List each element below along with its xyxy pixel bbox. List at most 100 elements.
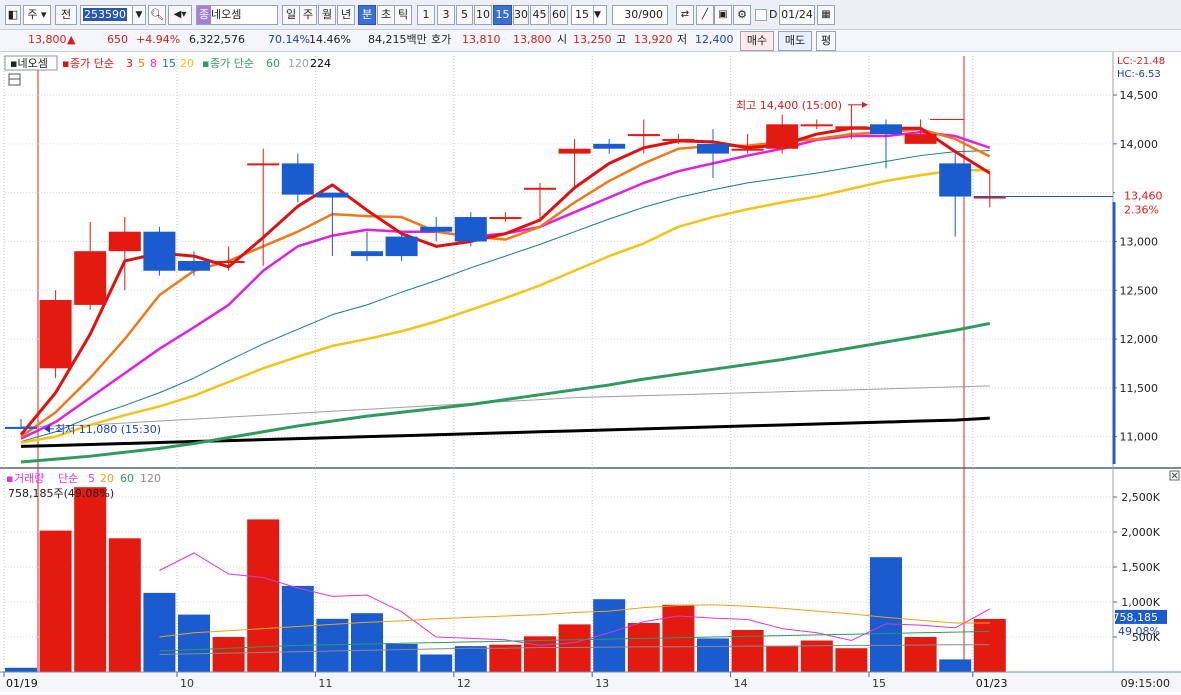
interval-select[interactable]: 15 ▼ <box>571 5 607 25</box>
interval-button-10[interactable]: 10 <box>474 5 492 25</box>
volume-bar-24 <box>835 648 868 672</box>
market-select-value: 주 <box>27 8 38 21</box>
volume-bar-28 <box>973 618 1006 672</box>
volume-ratio: 70.14% <box>268 33 310 46</box>
low-price: 12,400 <box>695 33 734 46</box>
x-tick-label-0: 01/19 <box>6 677 38 690</box>
period-tab-6[interactable]: 틱 <box>394 5 412 25</box>
period-tab-3[interactable]: 년 <box>337 5 355 25</box>
all-button[interactable]: 전 <box>55 5 77 25</box>
candle-body-18 <box>627 134 660 137</box>
volume-legend-title: 거래량 <box>14 472 44 485</box>
volume-bar-2 <box>74 487 107 672</box>
date-input[interactable]: 01/24 <box>779 5 815 25</box>
change-rate: +4.94% <box>136 33 181 46</box>
search-icon[interactable]: 🔍︎ <box>148 5 166 25</box>
high-annotation: 최고 14,400 (15:00) <box>736 99 842 112</box>
candle-body-10 <box>351 251 383 257</box>
up-arrow-icon: ▲ <box>67 33 76 46</box>
candle-body-13 <box>454 217 487 242</box>
interval-button-60[interactable]: 60 <box>550 5 568 25</box>
period-tab-1[interactable]: 주 <box>299 5 317 25</box>
legend-ma-3: 3 <box>126 57 133 70</box>
candle-body-15 <box>524 187 556 190</box>
volume-bar-22 <box>766 646 799 672</box>
speaker-icon[interactable]: ◀▾ <box>168 5 192 25</box>
volume-legend-ma-60: 60 <box>120 472 134 485</box>
high-price: 13,920 <box>634 33 673 46</box>
interval-button-5[interactable]: 5 <box>456 5 473 25</box>
volume-bar-15 <box>524 636 556 672</box>
interval-button-15[interactable]: 15 <box>493 5 512 25</box>
volume-legend-ma-20: 20 <box>100 472 114 485</box>
sell-button[interactable]: 매도 <box>778 31 812 51</box>
current-volume-pct: 49.08% <box>1118 625 1160 638</box>
chart-type-icon[interactable]: ◧ <box>5 5 21 25</box>
market-select[interactable]: 주 ▾ <box>23 5 51 25</box>
volume-bar-8 <box>281 585 314 672</box>
x-tick-label-1: 10 <box>180 677 194 690</box>
calendar-icon[interactable]: ▦ <box>817 5 835 25</box>
volume-info: 758,185주(49.08%) <box>8 487 114 500</box>
quote-bar: 13,800 ▲ 650 +4.94% 6,322,576 70.14% 14.… <box>0 30 1181 52</box>
candle-body-19 <box>662 138 695 141</box>
interval-button-3[interactable]: 3 <box>437 5 455 25</box>
interval-button-1[interactable]: 1 <box>417 5 435 25</box>
interval-button-30[interactable]: 30 <box>513 5 529 25</box>
legend-bullet-icon: ▪ <box>62 57 69 70</box>
x-tick-label-3: 12 <box>457 677 471 690</box>
data-count[interactable]: 30/900 <box>612 5 668 25</box>
volume-legend-bullet: ▪ <box>6 472 13 485</box>
volume-bar-1 <box>39 530 72 672</box>
volume-bar-3 <box>108 538 141 672</box>
code-dropdown-icon[interactable]: ▼ <box>132 5 146 25</box>
price-tick-label-1: 14,000 <box>1120 138 1159 151</box>
candle-body-27 <box>939 163 972 197</box>
period-tab-5[interactable]: 초 <box>377 5 395 25</box>
interval-button-45[interactable]: 45 <box>530 5 549 25</box>
x-tick-label-4: 13 <box>595 677 609 690</box>
chart-area[interactable]: 14,50014,00013,50013,00012,50012,00011,5… <box>0 52 1181 692</box>
stock-chart[interactable]: 14,50014,00013,50013,00012,50012,00011,5… <box>0 52 1181 692</box>
price-tick-label-7: 11,000 <box>1120 431 1159 444</box>
x-axis-time: 09:15:00 <box>1121 677 1170 690</box>
turnover-rate: 14.46% <box>309 33 351 46</box>
volume-bar-20 <box>697 638 729 672</box>
legend-stock-name: ▪네오셈 <box>10 57 48 70</box>
current-price: 13,800 <box>28 33 67 46</box>
volume-tick-label-0: 2,500K <box>1121 491 1160 504</box>
draw-line-icon[interactable]: ╱ <box>696 5 714 25</box>
d-label: D <box>769 8 778 21</box>
volume-bar-11 <box>385 644 418 672</box>
low-label: 저 <box>677 33 688 46</box>
price-tick-label-4: 12,500 <box>1120 284 1159 297</box>
price-tick-label-5: 12,000 <box>1120 333 1159 346</box>
candle-body-22 <box>766 124 799 149</box>
candle-body-5 <box>178 260 210 271</box>
open-label: 시 <box>557 33 568 46</box>
period-tab-4[interactable]: 분 <box>358 5 376 25</box>
volume-bar-25 <box>870 557 902 672</box>
period-tab-0[interactable]: 일 <box>282 5 300 25</box>
legend-bullet-icon-2: ▪ <box>202 57 209 70</box>
eval-button[interactable]: 평 <box>816 31 836 51</box>
period-tab-2[interactable]: 월 <box>318 5 336 25</box>
price-tick-label-3: 13,000 <box>1120 235 1159 248</box>
stock-name-field[interactable]: 종 네오셈 <box>196 5 278 25</box>
tools-icon[interactable]: ⇄ <box>676 5 694 25</box>
volume-bar-4 <box>143 592 176 672</box>
d-checkbox[interactable] <box>755 9 767 21</box>
save-icon[interactable]: ▣ <box>714 5 732 25</box>
candle-body-1 <box>39 300 72 369</box>
candle-body-2 <box>74 251 107 305</box>
stock-type-badge: 종 <box>197 6 211 24</box>
volume-bar-26 <box>904 637 937 672</box>
volume-legend-ma-5: 5 <box>88 472 95 485</box>
buy-button[interactable]: 매수 <box>740 31 774 51</box>
low-annotation: 최저 11,080 (15:30) <box>55 423 161 436</box>
volume-tick-label-3: 1,000K <box>1121 596 1160 609</box>
legend-ma-60: 60 <box>266 57 280 70</box>
candle-body-17 <box>593 143 626 149</box>
bid-price: 13,800 <box>513 33 552 46</box>
settings-icon[interactable]: ⚙ <box>733 5 751 25</box>
